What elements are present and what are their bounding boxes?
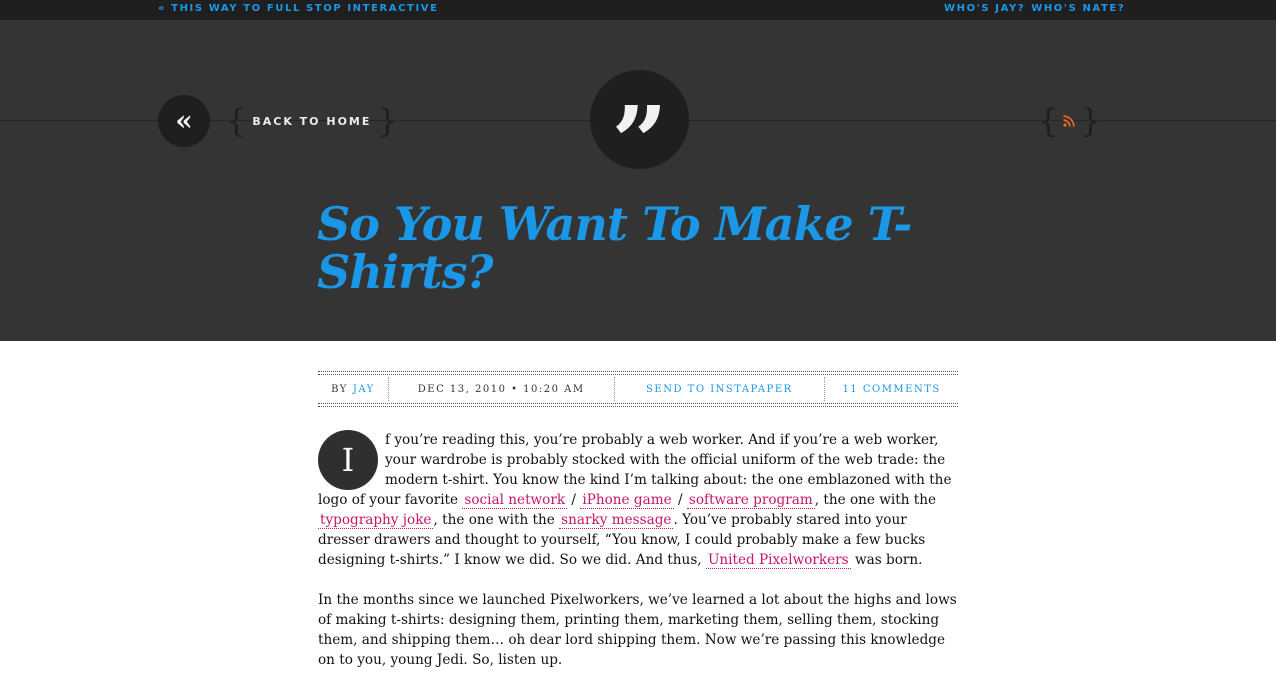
paragraph-text: was born. bbox=[850, 552, 923, 568]
software-program-link[interactable]: software program bbox=[686, 492, 815, 509]
rss-feed-link[interactable]: { } bbox=[1038, 104, 1101, 138]
quote-glyph: ” bbox=[611, 85, 668, 201]
social-network-link[interactable]: social network bbox=[462, 492, 568, 509]
paragraph-text: , the one with the bbox=[433, 512, 560, 528]
whos-jay-link[interactable]: WHO'S JAY? bbox=[944, 3, 1025, 14]
paragraph: If you’re reading this, you’re probably … bbox=[318, 430, 960, 570]
right-brace-icon: } bbox=[377, 102, 398, 140]
top-bar: « THIS WAY TO FULL STOP INTERACTIVE WHO'… bbox=[0, 0, 1276, 20]
by-label: BY bbox=[331, 383, 348, 395]
page-title: So You Want To Make T-Shirts? bbox=[317, 197, 912, 299]
post-date: DEC 13, 2010 • 10:20 AM bbox=[389, 377, 615, 401]
article-body: If you’re reading this, you’re probably … bbox=[318, 430, 960, 690]
iphone-game-link[interactable]: iPhone game bbox=[580, 492, 674, 509]
comments-link[interactable]: 11 COMMENTS bbox=[842, 384, 940, 395]
united-pixelworkers-link[interactable]: United Pixelworkers bbox=[705, 552, 851, 569]
author-cell: BY JAY bbox=[318, 377, 389, 401]
page-header: « { BACK TO HOME } ” { } So You Want To … bbox=[0, 20, 1276, 341]
back-arrow-icon[interactable]: « bbox=[158, 95, 210, 147]
paragraph-text: , the one with the bbox=[814, 492, 937, 508]
comments-cell: 11 COMMENTS bbox=[825, 377, 958, 401]
quote-logo-icon[interactable]: ” bbox=[590, 70, 689, 192]
send-to-instapaper-link[interactable]: SEND TO INSTAPAPER bbox=[646, 384, 793, 395]
back-to-home-link[interactable]: { BACK TO HOME } bbox=[226, 104, 398, 138]
about-links: WHO'S JAY? WHO'S NATE? bbox=[944, 3, 1131, 14]
separator-text: / bbox=[567, 492, 581, 508]
right-brace-icon: } bbox=[1080, 102, 1101, 140]
post-meta-bar: BY JAY DEC 13, 2010 • 10:20 AM SEND TO I… bbox=[318, 371, 958, 407]
snarky-message-link[interactable]: snarky message bbox=[559, 512, 674, 529]
typography-joke-link[interactable]: typography joke bbox=[318, 512, 434, 529]
back-to-home-label: BACK TO HOME bbox=[252, 114, 372, 128]
paragraph: In the months since we launched Pixelwor… bbox=[318, 592, 957, 668]
full-stop-interactive-link[interactable]: « THIS WAY TO FULL STOP INTERACTIVE bbox=[158, 3, 439, 14]
left-brace-icon: { bbox=[1038, 102, 1059, 140]
whos-nate-link[interactable]: WHO'S NATE? bbox=[1031, 3, 1125, 14]
drop-cap: I bbox=[318, 430, 378, 490]
author-link[interactable]: JAY bbox=[353, 384, 375, 395]
separator-text: / bbox=[673, 492, 687, 508]
send-to-instapaper-cell: SEND TO INSTAPAPER bbox=[615, 377, 826, 401]
left-brace-icon: { bbox=[226, 102, 247, 140]
rss-icon bbox=[1063, 115, 1076, 127]
